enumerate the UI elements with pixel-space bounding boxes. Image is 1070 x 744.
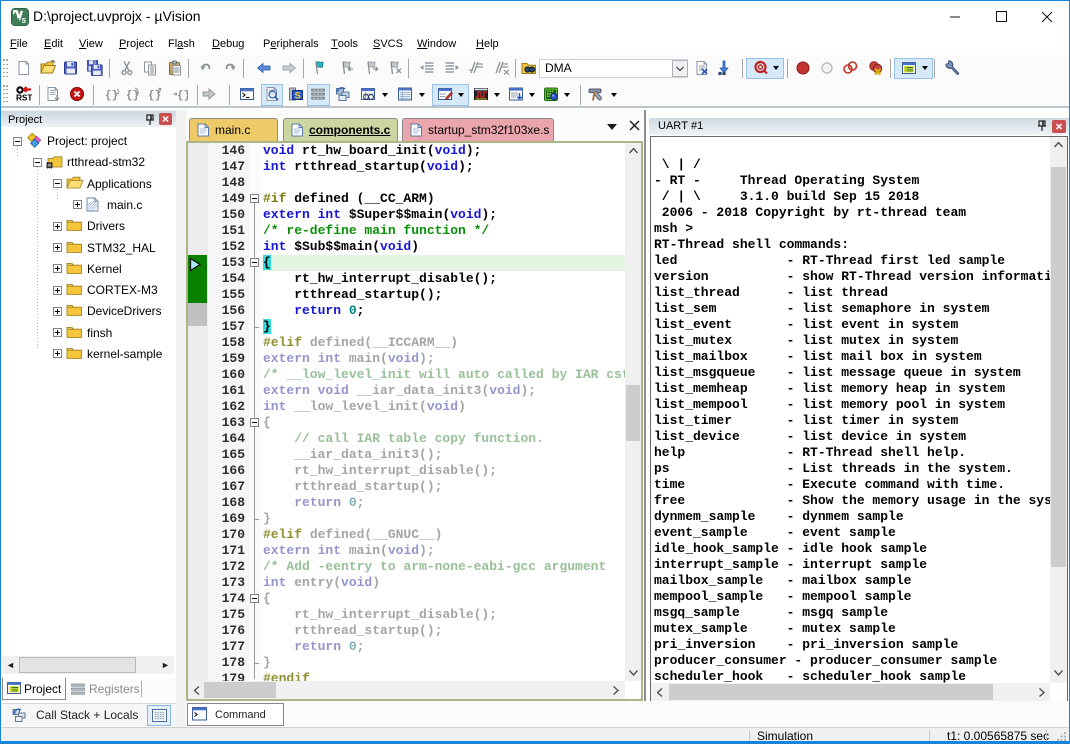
svg-text:5: 5 bbox=[22, 16, 26, 25]
svg-text:RST: RST bbox=[16, 94, 32, 103]
svg-text:S: S bbox=[295, 91, 301, 102]
svg-text:{}: {} bbox=[105, 90, 118, 102]
svg-text:{}: {} bbox=[126, 90, 139, 102]
svg-text:{}: {} bbox=[177, 90, 188, 102]
